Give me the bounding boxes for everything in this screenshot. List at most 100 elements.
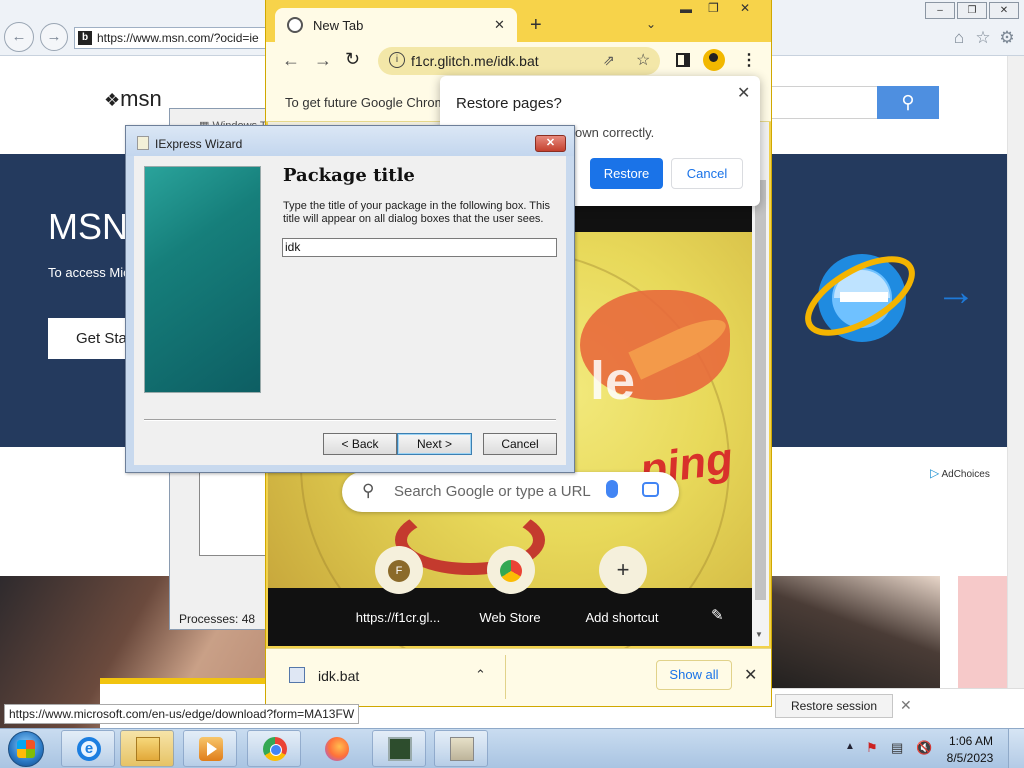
- news-photo-right[interactable]: [770, 576, 940, 688]
- taskbar-internet-explorer[interactable]: e: [61, 730, 115, 767]
- wizard-description: Type the title of your package in the fo…: [283, 200, 551, 225]
- internet-explorer-icon: e: [77, 737, 101, 761]
- ie-minimize-button[interactable]: –: [925, 2, 955, 19]
- iexpress-icon: [450, 737, 474, 761]
- download-divider: [505, 655, 506, 699]
- reload-icon[interactable]: ↻: [345, 49, 360, 70]
- taskbar-task-manager[interactable]: [372, 730, 426, 767]
- taskbar-media-player[interactable]: [183, 730, 237, 767]
- tab-new-tab[interactable]: [275, 8, 517, 42]
- next-button[interactable]: Next >: [397, 433, 472, 455]
- wizard-heading: Package title: [283, 165, 415, 186]
- star-icon[interactable]: ☆: [973, 28, 993, 48]
- bookmark-star-icon[interactable]: ☆: [636, 50, 650, 70]
- wizard-close-button[interactable]: ✕: [535, 135, 566, 152]
- search-placeholder[interactable]: Search Google or type a URL: [394, 483, 591, 500]
- download-file-name[interactable]: idk.bat: [318, 668, 359, 684]
- chrome-minimize-button[interactable]: ▬: [680, 2, 692, 16]
- show-desktop-button[interactable]: [1008, 729, 1024, 768]
- ie-maximize-button[interactable]: ❐: [957, 2, 987, 19]
- msn-search-input[interactable]: [770, 86, 878, 119]
- chrome-restore-button[interactable]: ❐: [708, 1, 719, 15]
- shortcut-tile-f1cr[interactable]: F: [375, 546, 423, 594]
- chrome-close-button[interactable]: ✕: [740, 1, 750, 15]
- tab-title: New Tab: [313, 18, 364, 33]
- ie-close-button[interactable]: ✕: [989, 2, 1019, 19]
- ie-scrollbar[interactable]: [1007, 56, 1024, 728]
- chrome-menu-icon[interactable]: ⋮: [741, 50, 757, 70]
- chrome-url-text[interactable]: f1cr.glitch.me/idk.bat: [411, 53, 539, 69]
- plus-icon: +: [616, 557, 630, 582]
- taskbar-google-chrome[interactable]: [247, 730, 301, 767]
- restore-popup-close-icon[interactable]: ✕: [737, 83, 750, 103]
- shortcut-favicon-f-icon: F: [388, 559, 410, 582]
- wizard-title: IExpress Wizard: [155, 137, 243, 151]
- clock-time[interactable]: 1:06 AM: [946, 734, 996, 748]
- status-bar-url: https://www.microsoft.com/en-us/edge/dow…: [4, 704, 360, 724]
- processes-count: Processes: 48: [179, 612, 256, 626]
- share-icon[interactable]: ⇗: [603, 52, 615, 69]
- download-shelf-close-icon[interactable]: ✕: [744, 665, 757, 685]
- side-panel-icon[interactable]: [676, 53, 690, 67]
- windows-logo-icon: [17, 740, 35, 758]
- back-button[interactable]: < Back: [323, 433, 397, 455]
- ie-address-text: https://www.msn.com/?ocid=ie: [97, 31, 259, 45]
- chrome-forward-icon[interactable]: →: [314, 50, 332, 71]
- bing-favicon-icon: b: [78, 31, 92, 45]
- ie-back-icon[interactable]: ←: [4, 22, 34, 52]
- show-all-button[interactable]: Show all: [656, 660, 732, 690]
- chrome-icon: [263, 737, 287, 761]
- msn-logo[interactable]: ❖msn: [104, 86, 162, 112]
- home-icon[interactable]: ⌂: [949, 28, 969, 48]
- add-shortcut-tile[interactable]: +: [599, 546, 647, 594]
- msn-search-button[interactable]: ⚲: [877, 86, 939, 119]
- restore-button[interactable]: Restore: [590, 158, 663, 189]
- profile-avatar-icon[interactable]: [703, 49, 725, 71]
- chrome-back-icon[interactable]: ←: [282, 50, 300, 71]
- folder-icon: [136, 737, 160, 761]
- task-manager-icon: [388, 737, 412, 761]
- taskbar-firefox[interactable]: [309, 730, 363, 767]
- shortcut-tile-web-store[interactable]: [487, 546, 535, 594]
- taskbar-windows-explorer[interactable]: [120, 730, 174, 767]
- ie-forward-icon[interactable]: →: [40, 23, 68, 51]
- ie-address-bar[interactable]: b https://www.msn.com/?ocid=ie: [74, 27, 274, 49]
- clock-date[interactable]: 8/5/2023: [944, 751, 996, 765]
- gear-icon[interactable]: ⚙: [997, 28, 1017, 48]
- taskbar-iexpress[interactable]: [434, 730, 488, 767]
- network-icon[interactable]: ▤: [891, 740, 907, 756]
- tab-close-icon[interactable]: ✕: [494, 17, 505, 33]
- package-title-input[interactable]: idk: [282, 238, 557, 257]
- adchoices-icon: ▷: [930, 466, 940, 480]
- restore-bar-close-icon[interactable]: ✕: [900, 697, 912, 714]
- site-info-icon[interactable]: i: [389, 52, 405, 68]
- iexpress-app-icon: [137, 136, 149, 150]
- chrome-scroll-thumb[interactable]: [755, 180, 766, 600]
- restore-pages-title: Restore pages?: [456, 95, 562, 112]
- task-manager-list: [199, 470, 269, 556]
- web-store-icon: [500, 559, 522, 582]
- voice-search-mic-icon[interactable]: [606, 480, 618, 498]
- volume-muted-icon[interactable]: 🔇: [916, 740, 932, 756]
- shortcut-label-web-store[interactable]: Web Store: [455, 610, 565, 625]
- shortcut-label-f1cr[interactable]: https://f1cr.gl...: [343, 610, 453, 625]
- download-options-chevron-icon[interactable]: ⌃: [475, 667, 486, 683]
- wizard-banner-image: [144, 166, 261, 393]
- scroll-down-arrow-icon[interactable]: ▼: [755, 630, 763, 639]
- infobar-text: To get future Google Chrom: [285, 95, 440, 110]
- new-tab-plus-icon[interactable]: +: [530, 14, 542, 37]
- restore-session-button[interactable]: Restore session: [775, 694, 893, 718]
- search-icon: ⚲: [362, 481, 375, 500]
- tab-search-chevron-icon[interactable]: ⌄: [646, 17, 656, 31]
- tray-overflow-icon[interactable]: ▲: [845, 741, 855, 752]
- arrow-right-icon: →: [936, 270, 976, 314]
- google-lens-camera-icon[interactable]: [642, 482, 659, 497]
- shortcut-label-add[interactable]: Add shortcut: [567, 610, 677, 625]
- search-icon: ⚲: [901, 92, 915, 112]
- restore-cancel-button[interactable]: Cancel: [671, 158, 743, 189]
- adchoices-link[interactable]: ▷ AdChoices: [930, 466, 990, 480]
- wizard-cancel-button[interactable]: Cancel: [483, 433, 557, 455]
- action-center-flag-icon[interactable]: ⚑: [866, 740, 882, 756]
- chrome-tab-favicon-icon: [287, 17, 303, 33]
- customize-pencil-icon[interactable]: ✎: [711, 606, 724, 624]
